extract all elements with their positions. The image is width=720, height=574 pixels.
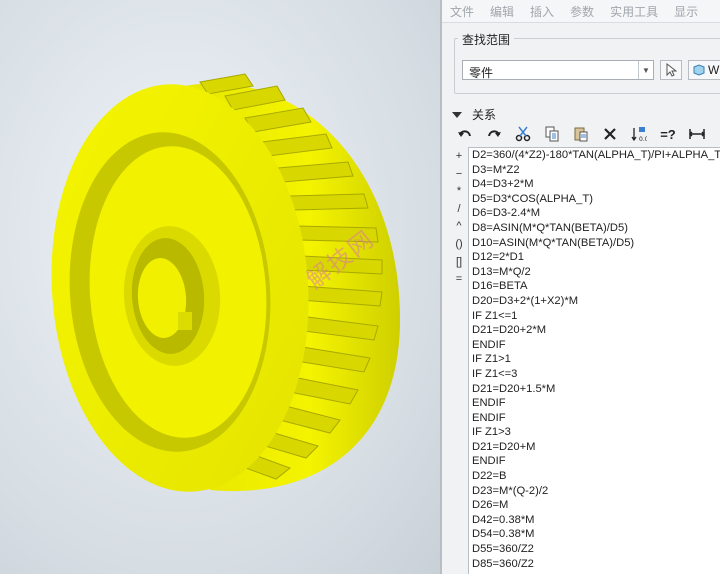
relation-line[interactable]: D21=D20+M <box>469 440 720 455</box>
menu-utilities[interactable]: 实用工具 <box>610 3 658 20</box>
paste-icon[interactable] <box>570 123 592 145</box>
relation-line[interactable]: D20=D3+2*(1+X2)*M <box>469 294 720 309</box>
relation-line[interactable]: D4=D3+2*M <box>469 177 720 192</box>
relations-editor[interactable]: D2=360/(4*Z2)-180*TAN(ALPHA_T)/PI+ALPHA_… <box>468 147 720 574</box>
part-button-label: W <box>708 63 720 77</box>
relation-line[interactable]: IF Z1>1 <box>469 352 720 367</box>
operator-minus[interactable]: − <box>452 166 466 184</box>
gear-model <box>51 73 400 492</box>
relation-line[interactable]: IF Z1<=3 <box>469 367 720 382</box>
operator-multiply[interactable]: * <box>452 183 466 201</box>
operator-column: + − * / ^ () [] = <box>452 148 466 289</box>
menu-bar: 文件 编辑 插入 参数 实用工具 显示 <box>442 0 720 23</box>
evaluate-icon[interactable]: =? <box>657 123 679 145</box>
relation-line[interactable]: D10=ASIN(M*Q*TAN(BETA)/D5) <box>469 236 720 251</box>
relation-line[interactable]: D5=D3*COS(ALPHA_T) <box>469 192 720 207</box>
pointer-icon <box>666 63 677 77</box>
relation-line[interactable]: D85=360/Z2 <box>469 557 720 572</box>
relation-line[interactable]: D55=360/Z2 <box>469 542 720 557</box>
relations-section-header[interactable]: 关系 <box>452 106 496 123</box>
relations-label: 关系 <box>472 108 497 122</box>
menu-display[interactable]: 显示 <box>674 3 698 20</box>
relation-line[interactable]: ENDIF <box>469 396 720 411</box>
relation-line[interactable]: IF Z1<=1 <box>469 309 720 324</box>
relation-line[interactable]: D8=ASIN(M*Q*TAN(BETA)/D5) <box>469 221 720 236</box>
relation-line[interactable]: D2=360/(4*Z2)-180*TAN(ALPHA_T)/PI+ALPHA_… <box>469 148 720 163</box>
menu-insert[interactable]: 插入 <box>530 3 554 20</box>
relation-line[interactable]: D23=M*(Q-2)/2 <box>469 484 720 499</box>
operator-equals[interactable]: = <box>452 271 466 289</box>
relation-line[interactable]: IF Z1>3 <box>469 425 720 440</box>
scope-select[interactable]: 零件 ▼ <box>462 60 654 80</box>
sort-icon[interactable]: 0.0 <box>628 123 650 145</box>
operator-parentheses[interactable]: () <box>452 236 466 254</box>
relation-line[interactable]: ENDIF <box>469 454 720 469</box>
operator-power[interactable]: ^ <box>452 218 466 236</box>
undo-icon[interactable] <box>454 123 476 145</box>
menu-parameters[interactable]: 参数 <box>570 3 594 20</box>
find-scope-label: 查找范围 <box>458 31 515 48</box>
relation-line[interactable]: D6=D3-2.4*M <box>469 206 720 221</box>
relation-line[interactable]: D54=0.38*M <box>469 527 720 542</box>
delete-icon[interactable] <box>599 123 621 145</box>
collapse-triangle-icon[interactable] <box>452 111 462 118</box>
relation-line[interactable]: D21=D20+2*M <box>469 323 720 338</box>
menu-edit[interactable]: 编辑 <box>490 3 514 20</box>
relation-line[interactable]: D42=0.38*M <box>469 513 720 528</box>
relations-toolbar: 0.0 =? <box>454 123 715 145</box>
svg-text:0.0: 0.0 <box>639 136 647 142</box>
relation-line[interactable]: D16=BETA <box>469 279 720 294</box>
relations-panel: 文件 编辑 插入 参数 实用工具 显示 查找范围 零件 ▼ W 关系 0.0 =… <box>442 0 720 574</box>
chevron-down-icon[interactable]: ▼ <box>638 61 653 79</box>
operator-divide[interactable]: / <box>452 201 466 219</box>
operator-plus[interactable]: + <box>452 148 466 166</box>
relation-line[interactable]: ENDIF <box>469 411 720 426</box>
relation-line[interactable]: D26=M <box>469 498 720 513</box>
copy-icon[interactable] <box>541 123 563 145</box>
cut-icon[interactable] <box>512 123 534 145</box>
relation-line[interactable]: D21=D20+1.5*M <box>469 382 720 397</box>
operator-brackets[interactable]: [] <box>452 254 466 272</box>
part-cube-icon <box>693 64 705 76</box>
measure-icon[interactable] <box>686 123 708 145</box>
relation-line[interactable]: D12=2*D1 <box>469 250 720 265</box>
menu-file[interactable]: 文件 <box>450 3 474 20</box>
relation-line[interactable]: D3=M*Z2 <box>469 163 720 178</box>
relation-line[interactable]: D22=B <box>469 469 720 484</box>
part-button[interactable]: W <box>688 60 720 80</box>
relation-line[interactable]: ENDIF <box>469 338 720 353</box>
model-viewport[interactable]: 解技网 <box>0 0 440 574</box>
select-pointer-button[interactable] <box>660 60 682 80</box>
relation-line[interactable]: D13=M*Q/2 <box>469 265 720 280</box>
redo-icon[interactable] <box>483 123 505 145</box>
scope-select-value: 零件 <box>469 66 494 80</box>
